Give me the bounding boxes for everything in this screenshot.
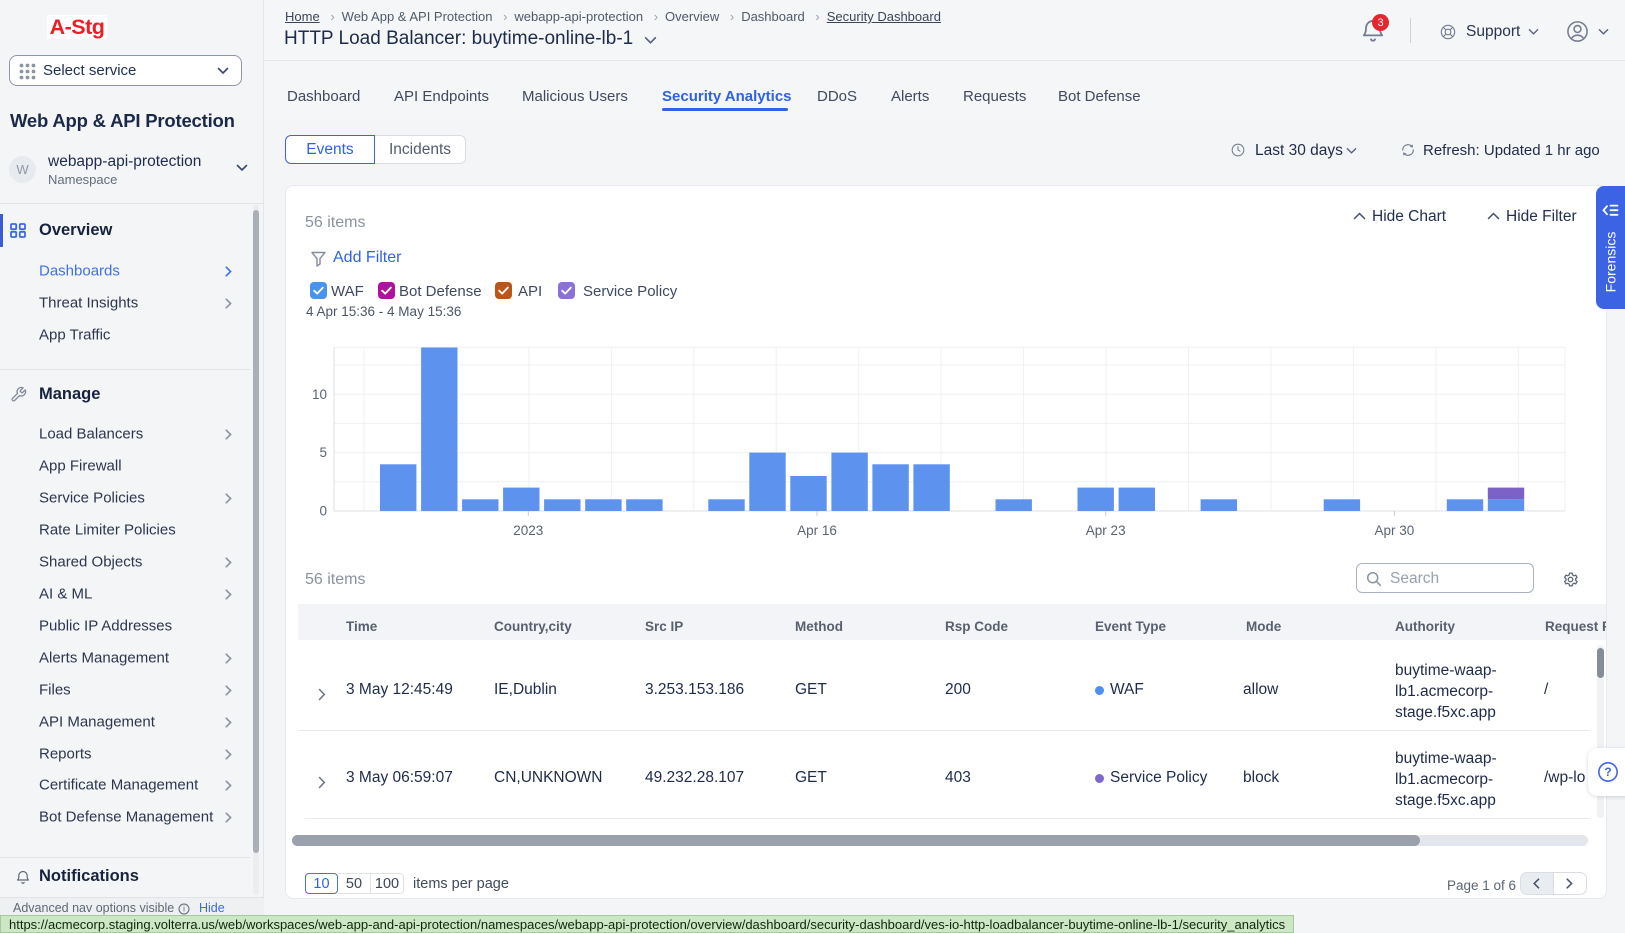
svg-text:i: i	[183, 905, 185, 914]
svg-text:0: 0	[319, 504, 327, 519]
svg-text:2023: 2023	[513, 523, 543, 538]
svg-text:10: 10	[312, 387, 327, 402]
svg-text:5: 5	[319, 445, 327, 460]
svg-text:?: ?	[1604, 765, 1611, 779]
svg-text:Apr 16: Apr 16	[797, 523, 837, 538]
svg-text:Apr 23: Apr 23	[1086, 523, 1126, 538]
svg-text:Apr 30: Apr 30	[1375, 523, 1415, 538]
